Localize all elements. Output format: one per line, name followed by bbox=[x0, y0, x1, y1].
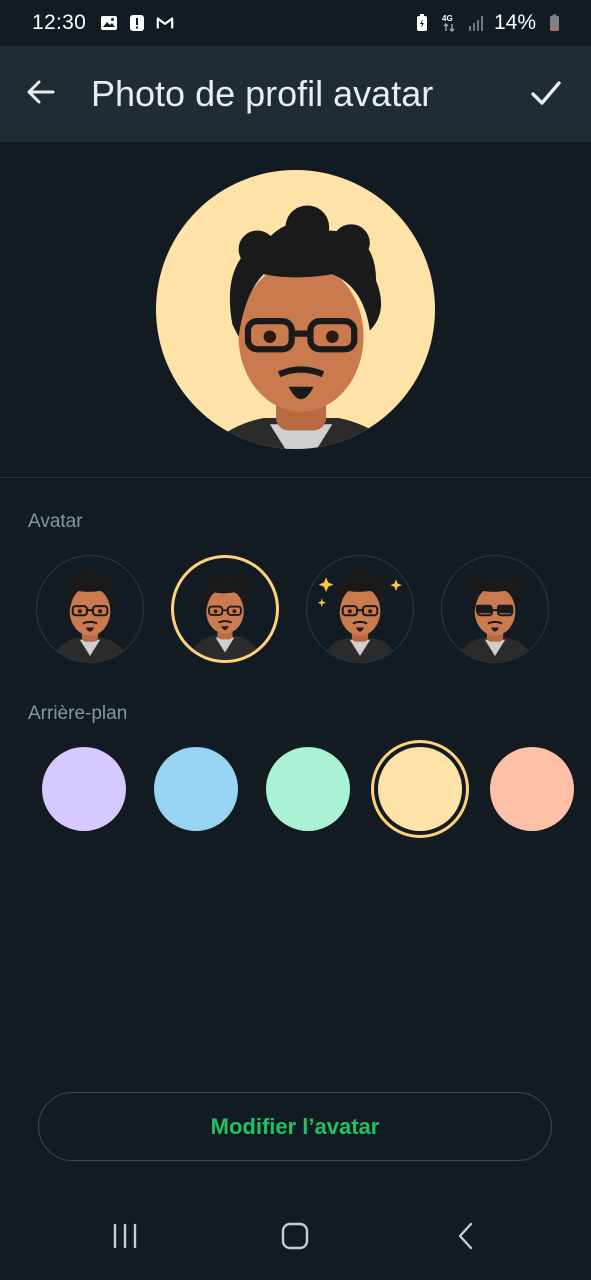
recents-icon bbox=[110, 1221, 140, 1256]
gmail-icon bbox=[156, 14, 174, 32]
signal-icon bbox=[467, 14, 485, 32]
avatar-option-image bbox=[48, 567, 132, 662]
avatar-option-image bbox=[453, 567, 537, 662]
avatar-preview bbox=[156, 170, 435, 449]
home-icon bbox=[280, 1221, 310, 1256]
avatar-option-2[interactable] bbox=[171, 555, 279, 663]
battery-percent: 14% bbox=[493, 11, 536, 34]
status-time: 12:30 bbox=[32, 11, 87, 34]
checkmark-icon bbox=[529, 76, 563, 115]
status-bar: 12:30 4G 14% bbox=[0, 0, 591, 46]
avatar-option-4[interactable] bbox=[441, 555, 549, 663]
back-button[interactable] bbox=[0, 46, 80, 142]
avatar-preview-image bbox=[156, 170, 435, 449]
background-section-label: Arrière-plan bbox=[28, 703, 128, 724]
divider bbox=[0, 477, 591, 478]
system-nav-bar bbox=[0, 1196, 591, 1280]
edit-avatar-button[interactable]: Modifier l’avatar bbox=[38, 1092, 552, 1161]
recents-button[interactable] bbox=[85, 1208, 165, 1268]
avatar-option-1[interactable] bbox=[36, 555, 144, 663]
sparkle-icon bbox=[318, 577, 334, 593]
background-swatch-peach[interactable] bbox=[490, 747, 574, 831]
app-bar: Photo de profil avatar bbox=[0, 46, 591, 142]
battery-icon bbox=[545, 14, 563, 32]
home-button[interactable] bbox=[255, 1208, 335, 1268]
4g-data-icon: 4G bbox=[440, 14, 458, 32]
background-swatch-green[interactable] bbox=[266, 747, 350, 831]
background-swatch-blue[interactable] bbox=[154, 747, 238, 831]
sparkle-icon bbox=[390, 579, 402, 591]
avatar-option-3[interactable] bbox=[306, 555, 414, 663]
background-swatch-purple[interactable] bbox=[42, 747, 126, 831]
background-swatch-yellow[interactable] bbox=[378, 747, 462, 831]
alert-icon bbox=[128, 14, 146, 32]
avatar-option-image bbox=[186, 570, 264, 660]
nav-back-icon bbox=[451, 1221, 481, 1256]
battery-saver-icon bbox=[413, 14, 431, 32]
avatar-option-image bbox=[317, 567, 402, 662]
status-left-icons bbox=[100, 14, 174, 32]
avatar-section-label: Avatar bbox=[28, 511, 83, 532]
status-right: 4G 14% bbox=[413, 11, 563, 35]
confirm-button[interactable] bbox=[519, 68, 573, 122]
svg-text:4G: 4G bbox=[442, 14, 453, 23]
nav-back-button[interactable] bbox=[426, 1208, 506, 1268]
arrow-left-icon bbox=[25, 76, 57, 113]
sparkle-icon bbox=[317, 598, 327, 607]
page-title: Photo de profil avatar bbox=[91, 73, 434, 114]
image-icon bbox=[100, 14, 118, 32]
